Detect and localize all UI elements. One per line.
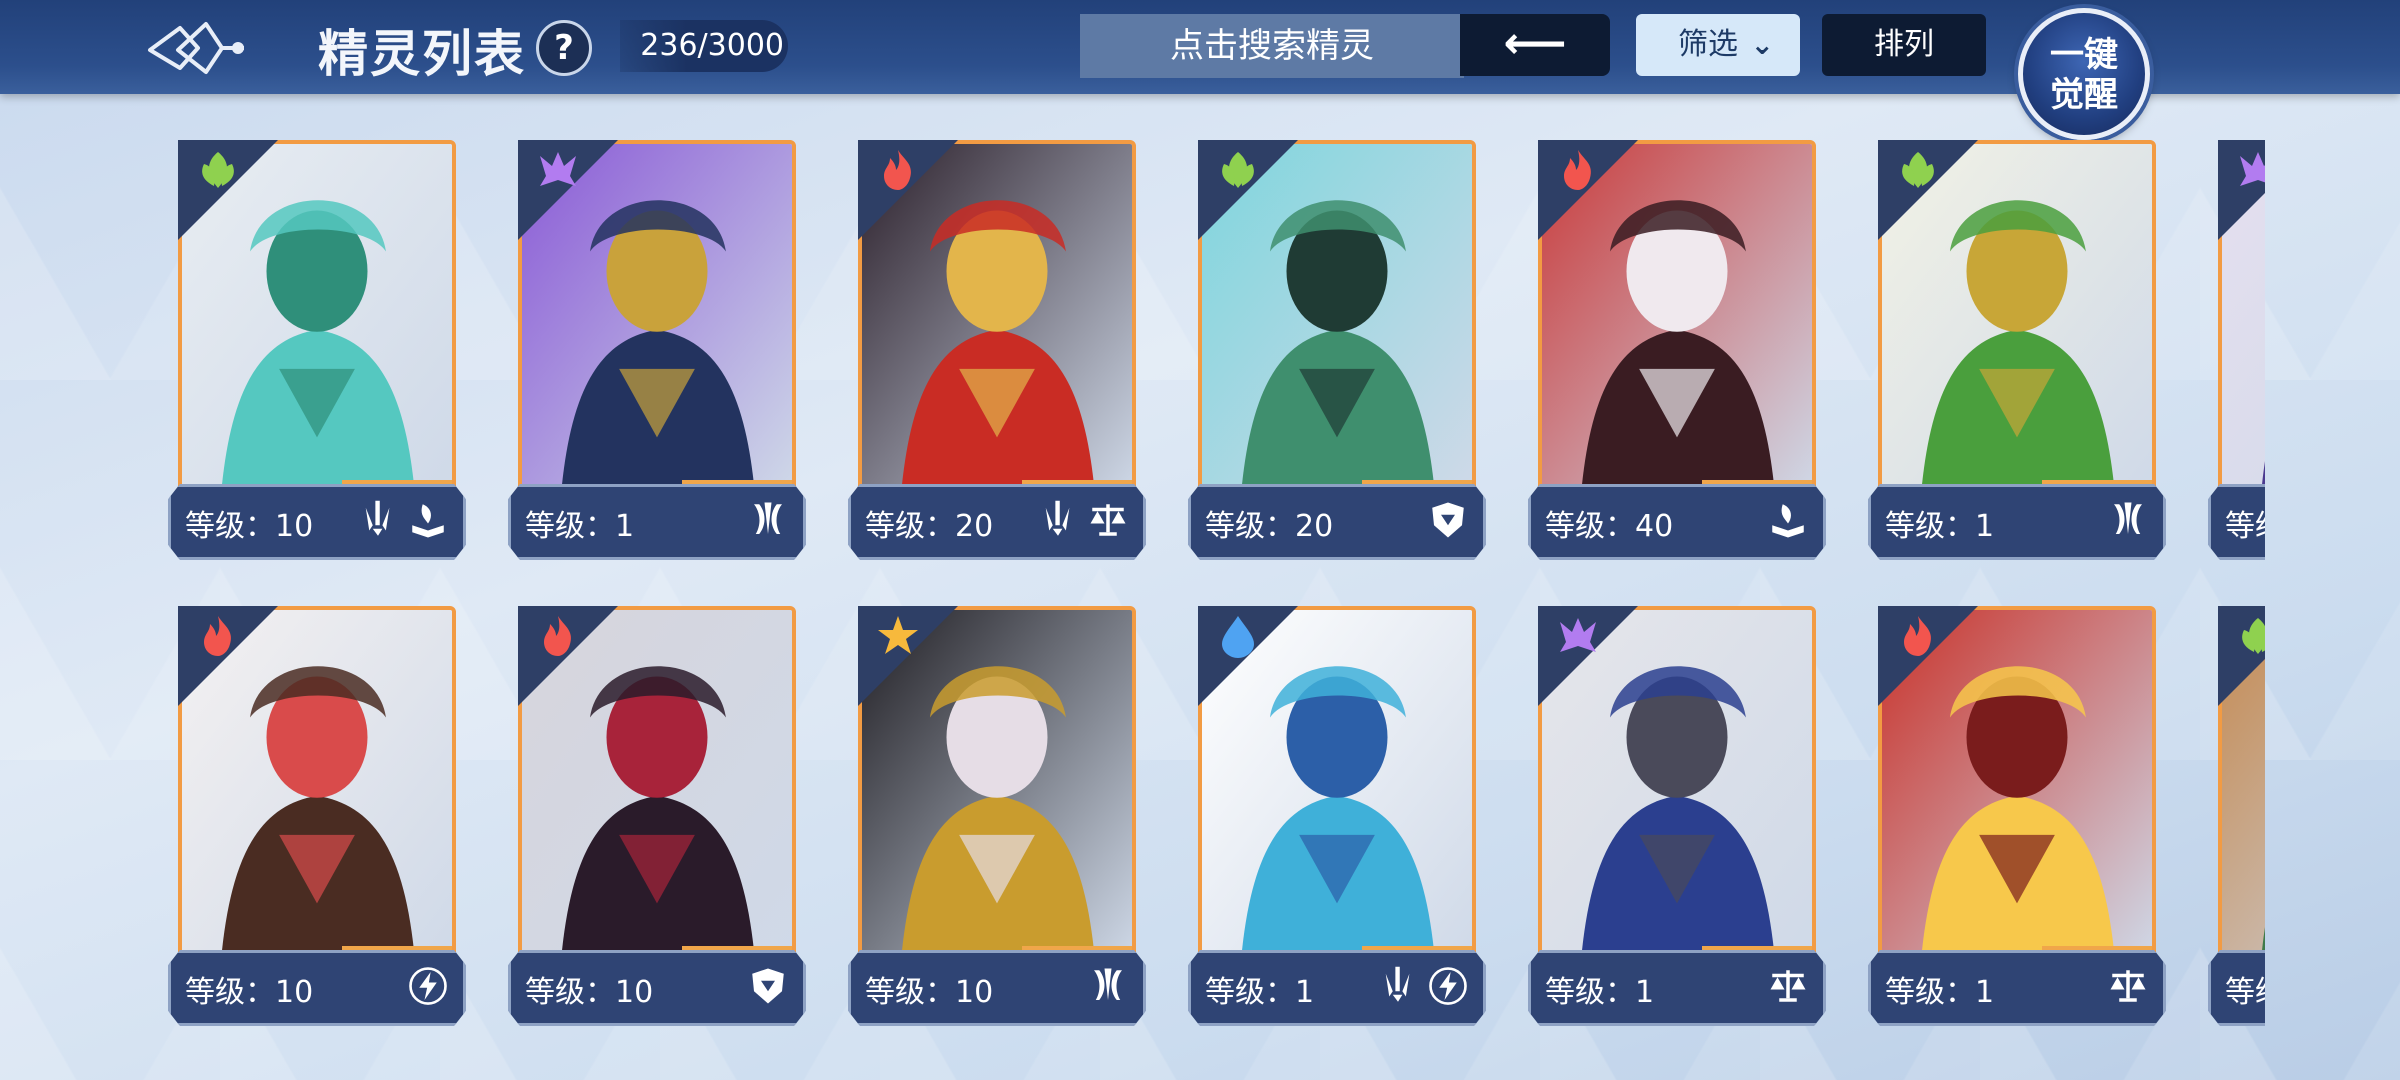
spirit-info-bar: 等级： — [2208, 484, 2265, 560]
spirit-attributes — [1427, 499, 1469, 543]
light-element-badge — [858, 606, 958, 706]
fire-element-icon — [1564, 150, 1591, 190]
spirit-card[interactable]: 等级：10 — [168, 606, 466, 1026]
spirit-card[interactable]: 等级：10 — [168, 140, 466, 560]
grass-element-badge — [1198, 140, 1298, 240]
spirit-level: 等级： — [2225, 975, 2265, 1010]
spirit-grid: 等级：10 等级：1 等级：20 等级：20 等级：40 等级：1 等 等级：1… — [0, 0, 2265, 1080]
book-icon — [1772, 504, 1804, 538]
shield-icon — [1432, 502, 1464, 538]
psychic-element-badge — [2218, 140, 2265, 240]
spirit-card[interactable]: 等级：10 — [508, 606, 806, 1026]
grass-element-icon — [1902, 152, 1934, 188]
fire-element-icon — [884, 150, 911, 190]
spirit-card[interactable]: 等级：1 — [1528, 606, 1826, 1026]
spirit-level: 等级：10 — [865, 975, 994, 1010]
spirit-info-bar: 等级：10 — [848, 950, 1146, 1026]
spirit-attributes — [747, 965, 789, 1009]
fire-element-badge — [178, 606, 278, 706]
spirit-attributes — [1767, 499, 1809, 543]
psychic-element-icon — [2240, 152, 2265, 186]
spirit-level: 等级：1 — [1885, 509, 1995, 544]
grass-element-icon — [202, 152, 234, 188]
spirit-card[interactable]: 等级：1 — [1868, 606, 2166, 1026]
spirit-info-bar: 等级：1 — [1868, 950, 2166, 1026]
spirit-level: 等级：1 — [1545, 975, 1655, 1010]
spirit-info-bar: 等级：10 — [168, 484, 466, 560]
spirit-level: 等级： — [2225, 509, 2265, 544]
spirit-info-bar: 等级：1 — [508, 484, 806, 560]
spirit-info-bar: 等级：40 — [1528, 484, 1826, 560]
fire-element-icon — [1904, 616, 1931, 656]
spirit-attributes — [1377, 965, 1469, 1009]
spirit-info-bar: 等级：10 — [168, 950, 466, 1026]
spirit-attributes — [357, 499, 449, 543]
spirit-card[interactable]: 等级：20 — [1188, 140, 1486, 560]
light-element-icon — [878, 616, 918, 654]
spirit-level: 等级：10 — [525, 975, 654, 1010]
spirit-level: 等级：40 — [1545, 509, 1674, 544]
spirit-info-bar: 等级：1 — [1868, 484, 2166, 560]
spirit-info-bar: 等级： — [2208, 950, 2265, 1026]
spirit-level: 等级：1 — [1205, 975, 1315, 1010]
claw-icon — [754, 502, 782, 534]
fire-element-icon — [544, 616, 571, 656]
book-icon — [412, 504, 444, 538]
spirit-attributes — [2107, 965, 2149, 1009]
spirit-info-bar: 等级：20 — [1188, 484, 1486, 560]
grass-element-icon — [1222, 152, 1254, 188]
spirit-level: 等级：10 — [185, 509, 314, 544]
spirit-card[interactable]: 等级：40 — [1528, 140, 1826, 560]
claw-icon — [1094, 968, 1122, 1000]
grass-element-icon — [2242, 618, 2265, 654]
psychic-element-icon — [540, 152, 576, 186]
spirit-card[interactable]: 等级：10 — [848, 606, 1146, 1026]
blade-icon — [365, 500, 390, 536]
spirit-level: 等级：20 — [865, 509, 994, 544]
spirit-attributes — [407, 965, 449, 1009]
spirit-attributes — [2107, 499, 2149, 543]
psychic-element-badge — [1538, 606, 1638, 706]
grass-element-badge — [178, 140, 278, 240]
claw-icon — [2114, 502, 2142, 534]
fire-element-badge — [1878, 606, 1978, 706]
fire-element-badge — [1538, 140, 1638, 240]
spirit-info-bar: 等级：1 — [1188, 950, 1486, 1026]
shield-icon — [752, 968, 784, 1004]
spirit-info-bar: 等级：20 — [848, 484, 1146, 560]
psychic-element-icon — [1560, 618, 1596, 652]
spirit-info-bar: 等级：10 — [508, 950, 806, 1026]
spirit-level: 等级：1 — [1885, 975, 1995, 1010]
spirit-card[interactable]: 等级： — [2208, 606, 2265, 1026]
psychic-element-badge — [518, 140, 618, 240]
blade-icon — [1045, 500, 1070, 536]
scale-icon — [1770, 970, 1806, 1002]
spirit-level: 等级：20 — [1205, 509, 1334, 544]
spirit-attributes — [1087, 965, 1129, 1009]
spirit-card[interactable]: 等级：1 — [508, 140, 806, 560]
fire-element-icon — [204, 616, 231, 656]
scale-icon — [1090, 504, 1126, 536]
grass-element-badge — [2218, 606, 2265, 706]
spirit-info-bar: 等级：1 — [1528, 950, 1826, 1026]
fire-element-badge — [518, 606, 618, 706]
spirit-level: 等级：1 — [525, 509, 635, 544]
fire-element-badge — [858, 140, 958, 240]
blade-icon — [1385, 966, 1410, 1002]
spirit-attributes — [1037, 499, 1129, 543]
spirit-attributes — [1767, 965, 1809, 1009]
spirit-card[interactable]: 等级：1 — [1188, 606, 1486, 1026]
bolt-icon — [1429, 967, 1467, 1005]
spirit-attributes — [747, 499, 789, 543]
water-element-badge — [1198, 606, 1298, 706]
scale-icon — [2110, 970, 2146, 1002]
grass-element-badge — [1878, 140, 1978, 240]
spirit-level: 等级：10 — [185, 975, 314, 1010]
spirit-card[interactable]: 等级：20 — [848, 140, 1146, 560]
bolt-icon — [409, 967, 447, 1005]
spirit-card[interactable]: 等级：1 — [1868, 140, 2166, 560]
water-element-icon — [1222, 616, 1254, 658]
spirit-card[interactable]: 等级： — [2208, 140, 2265, 560]
